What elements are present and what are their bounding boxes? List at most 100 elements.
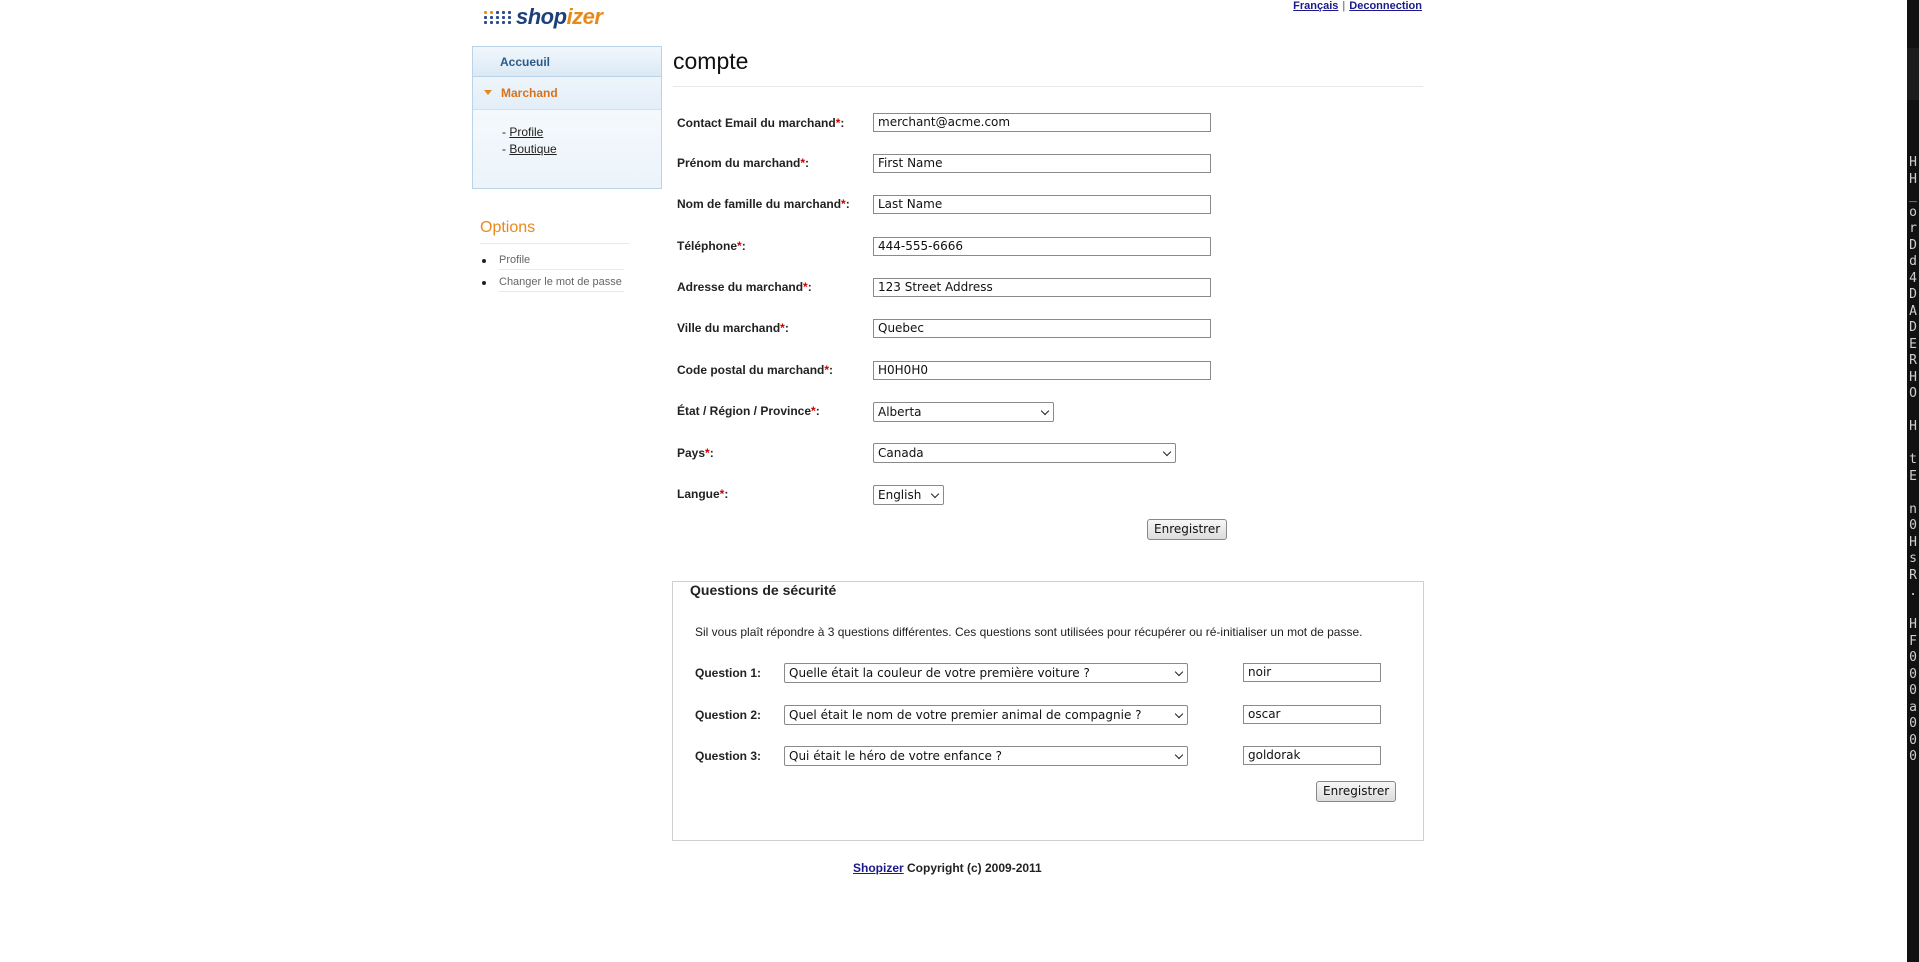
question-2-select[interactable]: Quel était le nom de votre premier anima…	[784, 705, 1188, 725]
terminal-char: .	[1909, 584, 1917, 599]
link-separator: |	[1342, 0, 1346, 12]
terminal-char: 0	[1909, 732, 1917, 748]
terminal-char: o	[1909, 204, 1917, 220]
terminal-char: H	[1909, 171, 1917, 187]
footer-shopizer-link[interactable]: Shopizer	[853, 861, 904, 875]
terminal-char: 0	[1909, 518, 1917, 533]
store-link[interactable]: Boutique	[509, 142, 556, 156]
terminal-char: 0	[1909, 683, 1917, 698]
terminal-char: 0	[1909, 716, 1917, 731]
terminal-char: d	[1909, 254, 1917, 269]
chevron-down-icon	[930, 489, 940, 499]
language-link[interactable]: Français	[1293, 0, 1338, 12]
terminal-text-column: H H _ o r Dd 4 D A D E R H O H tE n0HsR. HF000a000	[1907, 155, 1919, 766]
last-name-label: Nom de famille du marchand*:	[677, 197, 850, 211]
chevron-down-icon	[1174, 667, 1184, 677]
title-divider	[673, 86, 1423, 87]
terminal-edge-strip	[1907, 48, 1919, 100]
answer-3-field[interactable]: goldorak	[1243, 746, 1381, 765]
city-field[interactable]: Quebec	[873, 319, 1211, 338]
sidebar-submenu: - Profile - Boutique	[473, 110, 661, 158]
terminal-char: E	[1909, 468, 1917, 484]
chevron-down-icon	[1162, 447, 1172, 457]
terminal-char: 0	[1909, 650, 1917, 665]
terminal-char: t	[1909, 452, 1917, 467]
terminal-char: 0	[1909, 666, 1917, 682]
sidebar-item-merchant[interactable]: Marchand	[473, 77, 661, 110]
sidebar-subitem-profile: - Profile	[502, 125, 544, 139]
logo-dots-icon	[484, 10, 512, 24]
top-links: Français | Deconnection	[1293, 0, 1422, 12]
form-row-postal: Code postal du marchand*:	[677, 359, 873, 381]
form-row-city: Ville du marchand*:	[677, 317, 873, 339]
options-list: Profile Changer le mot de passe	[480, 252, 630, 292]
form-row-language: Langue*:	[677, 483, 873, 505]
terminal-char: H	[1909, 369, 1917, 385]
terminal-char: D	[1909, 320, 1917, 335]
terminal-char: 0	[1909, 749, 1917, 764]
logout-link[interactable]: Deconnection	[1349, 0, 1422, 12]
footer: Shopizer Copyright (c) 2009-2011	[853, 861, 1042, 875]
first-name-label: Prénom du marchand*:	[677, 156, 810, 170]
postal-code-field[interactable]: H0H0H0	[873, 361, 1211, 380]
state-label: État / Région / Province*:	[677, 404, 820, 418]
question-1-select[interactable]: Quelle était la couleur de votre premièr…	[784, 663, 1188, 683]
terminal-char: F	[1909, 633, 1917, 649]
country-select[interactable]: Canada	[873, 443, 1176, 463]
terminal-char: n	[1909, 501, 1917, 517]
country-label: Pays*:	[677, 446, 714, 460]
terminal-char: H	[1909, 534, 1917, 550]
question-3-label: Question 3:	[695, 749, 762, 763]
option-profile[interactable]: Profile	[480, 252, 630, 270]
page-title: compte	[673, 48, 749, 74]
terminal-char: A	[1909, 303, 1917, 319]
terminal-char: s	[1909, 551, 1917, 566]
terminal-char	[1907, 436, 1919, 453]
terminal-char: H	[1909, 155, 1917, 170]
profile-link[interactable]: Profile	[509, 125, 543, 139]
terminal-char: R	[1909, 567, 1917, 583]
language-label: Langue*:	[677, 487, 729, 501]
language-select[interactable]: English	[873, 485, 944, 505]
form-row-first-name: Prénom du marchand*:	[677, 152, 873, 174]
form-row-last-name: Nom de famille du marchand*:	[677, 193, 873, 215]
terminal-char: r	[1909, 221, 1917, 236]
terminal-char	[1907, 485, 1919, 502]
first-name-field[interactable]: First Name	[873, 154, 1211, 173]
postal-label: Code postal du marchand*:	[677, 363, 834, 377]
answer-1-field[interactable]: noir	[1243, 663, 1381, 682]
sidebar-item-home[interactable]: Accueuil	[472, 46, 662, 77]
terminal-char: H	[1909, 419, 1917, 434]
state-select[interactable]: Alberta	[873, 402, 1054, 422]
save-button[interactable]: Enregistrer	[1147, 519, 1228, 540]
option-change-password[interactable]: Changer le mot de passe	[480, 274, 630, 292]
logo-text: shopizer	[516, 4, 603, 29]
question-1-label: Question 1:	[695, 666, 762, 680]
question-3-select[interactable]: Qui était le héro de votre enfance ?	[784, 746, 1188, 766]
form-row-country: Pays*:	[677, 442, 873, 464]
form-row-email: Contact Email du marchand*:	[677, 112, 873, 134]
form-row-address: Adresse du marchand*:	[677, 276, 873, 298]
security-save-button[interactable]: Enregistrer	[1316, 781, 1397, 802]
terminal-char: D	[1909, 287, 1917, 302]
address-label: Adresse du marchand*:	[677, 280, 812, 294]
options-panel: Options Profile Changer le mot de passe	[480, 219, 630, 296]
shopizer-logo[interactable]: shopizer	[484, 0, 603, 34]
options-title: Options	[480, 219, 630, 244]
terminal-char: O	[1909, 386, 1917, 401]
sidebar-section-merchant: Marchand - Profile - Boutique	[472, 77, 662, 189]
last-name-field[interactable]: Last Name	[873, 195, 1211, 214]
caret-down-icon	[484, 90, 492, 95]
email-field[interactable]: merchant@acme.com	[873, 113, 1211, 132]
email-label: Contact Email du marchand*:	[677, 116, 845, 130]
address-field[interactable]: 123 Street Address	[873, 278, 1211, 297]
answer-2-field[interactable]: oscar	[1243, 705, 1381, 724]
city-label: Ville du marchand*:	[677, 321, 789, 335]
question-2-label: Question 2:	[695, 708, 762, 722]
phone-field[interactable]: 444-555-6666	[873, 237, 1211, 256]
terminal-char: D	[1909, 237, 1917, 253]
chevron-down-icon	[1174, 709, 1184, 719]
form-row-phone: Téléphone*:	[677, 235, 873, 257]
terminal-char: R	[1909, 353, 1917, 368]
chevron-down-icon	[1174, 750, 1184, 760]
